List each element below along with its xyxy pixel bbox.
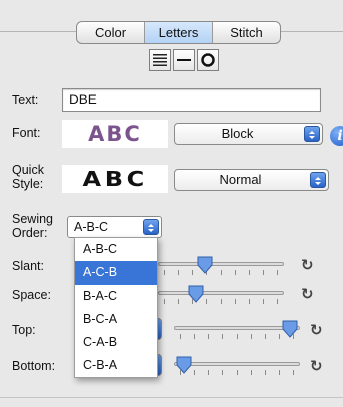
tab-bar: Color Letters Stitch [76, 21, 281, 44]
quick-style-popup[interactable]: Normal [174, 169, 329, 191]
font-popup[interactable]: Block [174, 123, 323, 145]
quick-style-label: Quick Style: [12, 163, 44, 191]
reset-bottom-icon[interactable]: ↻ [310, 357, 323, 375]
popup-arrows-icon [310, 172, 326, 188]
single-line-icon [177, 59, 191, 61]
popup-arrows-icon [143, 219, 159, 235]
quick-style-label-line1: Quick [12, 163, 44, 177]
slider-ticks [164, 299, 278, 304]
font-popup-value: Block [221, 126, 254, 141]
style-preview: ABC [62, 165, 168, 193]
menu-item-abc[interactable]: A-B-C [75, 238, 157, 261]
slider-ticks [164, 270, 278, 275]
reset-slant-icon[interactable]: ↻ [301, 256, 314, 274]
slider-knob[interactable] [188, 285, 204, 303]
bottom-label: Bottom: [12, 359, 56, 373]
sewing-order-menu: A-B-C A-C-B B-A-C B-C-A C-A-B C-B-A [74, 237, 158, 378]
menu-item-bca[interactable]: B-C-A [75, 308, 157, 331]
top-slider[interactable] [174, 320, 300, 348]
slant-slider[interactable] [158, 256, 284, 284]
slider-track [158, 291, 284, 295]
reset-space-icon[interactable]: ↻ [301, 285, 314, 303]
font-sample-text: ABC [88, 122, 142, 146]
slider-ticks [180, 370, 294, 375]
quick-style-popup-value: Normal [219, 172, 262, 187]
tab-stitch[interactable]: Stitch [213, 22, 280, 43]
slider-ticks [180, 334, 294, 339]
justify-lines-button[interactable] [149, 49, 171, 71]
sewing-order-label: Sewing Order: [12, 212, 53, 240]
menu-item-cab[interactable]: C-A-B [75, 331, 157, 354]
top-label: Top: [12, 323, 36, 337]
slider-knob[interactable] [282, 320, 298, 338]
bottom-divider [0, 397, 343, 398]
circle-text-button[interactable] [197, 49, 219, 71]
tab-letters[interactable]: Letters [145, 22, 213, 43]
justify-lines-icon [153, 54, 167, 66]
slider-knob[interactable] [176, 356, 192, 374]
font-label: Font: [12, 126, 41, 140]
menu-item-bac[interactable]: B-A-C [75, 285, 157, 308]
slider-track [158, 262, 284, 266]
text-label: Text: [12, 93, 39, 107]
popup-arrows-icon [304, 126, 320, 142]
slider-track [174, 362, 300, 366]
quick-style-label-line2: Style: [12, 177, 44, 191]
letters-panel: Color Letters Stitch Text: DBE Font: ABC… [0, 0, 343, 407]
slant-label: Slant: [12, 259, 44, 273]
text-field[interactable]: DBE [62, 88, 321, 112]
space-label: Space: [12, 288, 51, 302]
sewing-order-popup[interactable]: A-B-C [67, 216, 162, 238]
menu-item-acb[interactable]: A-C-B [75, 261, 157, 285]
circle-text-icon [201, 53, 215, 67]
sewing-order-label-line2: Order: [12, 226, 48, 240]
space-slider[interactable] [158, 285, 284, 313]
sewing-order-value: A-B-C [74, 220, 109, 234]
reset-top-icon[interactable]: ↻ [310, 321, 323, 339]
menu-item-cba[interactable]: C-B-A [75, 354, 157, 377]
slider-knob[interactable] [197, 256, 213, 274]
style-sample-text: ABC [82, 167, 148, 191]
info-icon[interactable]: i [330, 126, 343, 146]
tab-color[interactable]: Color [77, 22, 145, 43]
font-preview: ABC [62, 120, 168, 148]
sewing-order-label-line1: Sewing [12, 212, 53, 226]
bottom-slider[interactable] [174, 356, 300, 384]
single-line-button[interactable] [173, 49, 195, 71]
